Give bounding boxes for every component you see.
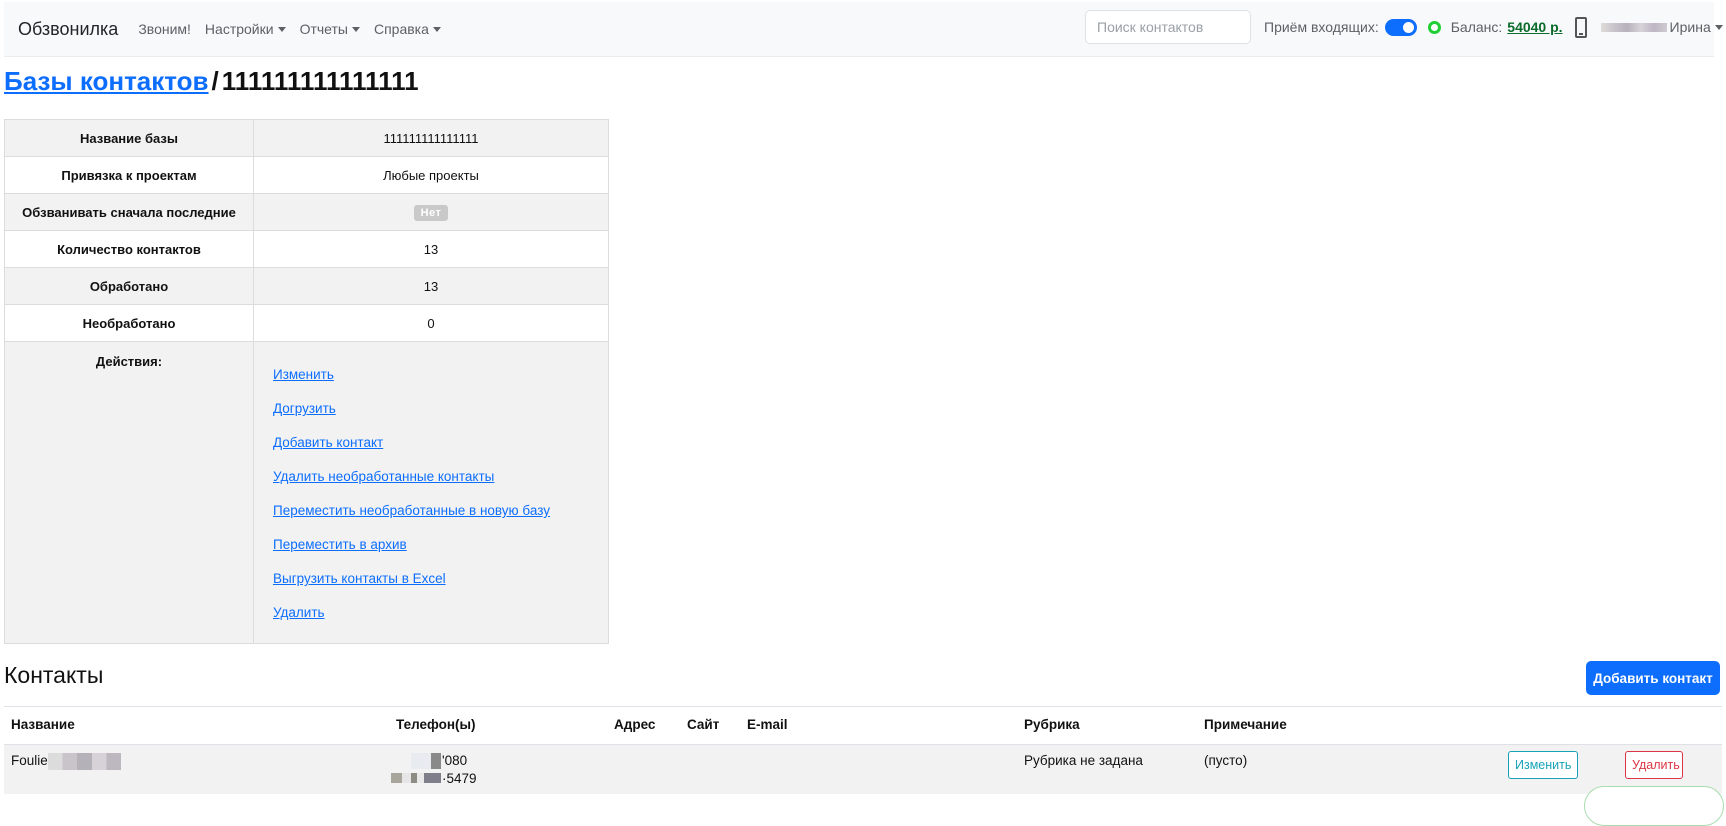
- nav-dropdown-reports[interactable]: Отчеты: [300, 21, 360, 37]
- column-header-name: Название: [11, 717, 75, 732]
- info-row: Обзванивать сначала последние Нет: [4, 193, 609, 231]
- info-row: Необработано 0: [4, 304, 609, 342]
- action-archive-link[interactable]: Переместить в архив: [273, 528, 602, 562]
- blurred-phone: [391, 773, 441, 783]
- status-badge: Нет: [413, 204, 449, 221]
- blurred-phone: [411, 753, 431, 769]
- column-header-note: Примечание: [1204, 717, 1287, 732]
- info-key: Привязка к проектам: [4, 156, 254, 194]
- table-row: [4, 744, 1722, 794]
- toggle-knob: [1402, 21, 1414, 33]
- action-delete-link[interactable]: Удалить: [273, 596, 602, 630]
- actions-cell: Изменить Догрузить Добавить контакт Удал…: [253, 341, 609, 644]
- chat-widget[interactable]: [1584, 786, 1724, 826]
- column-header-address: Адрес: [614, 717, 656, 732]
- contact-phone-1: '080: [442, 753, 468, 768]
- incoming-calls-label: Приём входящих:: [1264, 19, 1379, 35]
- phone-icon[interactable]: [1574, 16, 1587, 38]
- action-move-unprocessed-link[interactable]: Переместить необработанные в новую базу: [273, 494, 602, 528]
- info-key: Необработано: [4, 304, 254, 342]
- contact-name: Foulie: [11, 753, 48, 768]
- contact-note: (пусто): [1204, 753, 1248, 768]
- add-contact-button[interactable]: Добавить контакт: [1586, 661, 1720, 695]
- contacts-heading: Контакты: [4, 662, 104, 688]
- nav-help-label: Справка: [373, 21, 429, 37]
- caret-down-icon: [1714, 25, 1723, 30]
- action-export-excel-link[interactable]: Выгрузить контакты в Excel: [273, 562, 602, 596]
- action-append-link[interactable]: Догрузить: [273, 392, 602, 426]
- balance-link[interactable]: 54040 р.: [1507, 19, 1562, 35]
- info-key: Обзванивать сначала последние: [4, 193, 254, 231]
- info-value: Нет: [253, 193, 609, 231]
- contact-phone-2: ·5479: [442, 771, 477, 786]
- caret-down-icon: [351, 27, 360, 32]
- edit-contact-button[interactable]: Изменить: [1508, 751, 1578, 779]
- contact-rubric: Рубрика не задана: [1024, 753, 1143, 768]
- info-row-actions: Действия: Изменить Догрузить Добавить ко…: [4, 341, 609, 644]
- info-value: 111111111111111: [253, 119, 609, 157]
- info-value: 0: [253, 304, 609, 342]
- action-delete-unprocessed-link[interactable]: Удалить необработанные контакты: [273, 460, 602, 494]
- divider: [4, 706, 1722, 707]
- info-key: Количество контактов: [4, 230, 254, 268]
- info-key: Обработано: [4, 267, 254, 305]
- caret-down-icon: [432, 27, 441, 32]
- caret-down-icon: [277, 27, 286, 32]
- navbar-right-group: Приём входящих: Баланс: 54040 р. Ирина: [1085, 10, 1723, 44]
- blurred-contact-name: [48, 753, 121, 770]
- page-title: Базы контактов/111111111111111: [4, 66, 419, 97]
- info-key: Название базы: [4, 119, 254, 157]
- info-value: Любые проекты: [253, 156, 609, 194]
- breadcrumb-contact-bases-link[interactable]: Базы контактов: [4, 66, 209, 96]
- nav-settings-label: Настройки: [204, 21, 274, 37]
- delete-contact-button[interactable]: Удалить: [1625, 751, 1683, 779]
- column-header-rubric: Рубрика: [1024, 717, 1080, 732]
- info-row: Количество контактов 13: [4, 230, 609, 268]
- online-status-icon: [1427, 20, 1441, 34]
- column-header-email: E-mail: [747, 717, 788, 732]
- user-name-label: Ирина: [1669, 19, 1711, 35]
- user-menu[interactable]: Ирина: [1670, 19, 1723, 35]
- info-row: Привязка к проектам Любые проекты: [4, 156, 609, 194]
- column-header-phones: Телефон(ы): [396, 717, 476, 732]
- info-row: Обработано 13: [4, 267, 609, 305]
- top-navbar: Обзвонилка Звоним! Настройки Отчеты Спра…: [4, 2, 1723, 57]
- actions-label: Действия:: [4, 341, 254, 644]
- balance-label: Баланс:: [1450, 19, 1503, 35]
- info-row: Название базы 111111111111111: [4, 119, 609, 157]
- action-edit-link[interactable]: Изменить: [273, 358, 602, 392]
- blurred-phone: [431, 753, 441, 769]
- actions-list: Изменить Догрузить Добавить контакт Удал…: [260, 342, 602, 630]
- brand-logo[interactable]: Обзвонилка: [18, 19, 118, 40]
- nav-dropdown-help[interactable]: Справка: [374, 21, 441, 37]
- nav-link-call[interactable]: Звоним!: [138, 21, 191, 37]
- breadcrumb-separator: /: [211, 66, 219, 96]
- info-value: 13: [253, 230, 609, 268]
- blurred-user-info: [1600, 22, 1667, 32]
- base-info-table: Название базы 111111111111111 Привязка к…: [4, 119, 609, 644]
- nav-dropdown-settings[interactable]: Настройки: [205, 21, 286, 37]
- nav-reports-label: Отчеты: [299, 21, 348, 37]
- contact-search-input[interactable]: [1085, 10, 1251, 44]
- incoming-calls-toggle[interactable]: [1384, 18, 1417, 36]
- column-header-site: Сайт: [687, 717, 720, 732]
- breadcrumb-current: 111111111111111: [221, 66, 419, 96]
- info-value: 13: [253, 267, 609, 305]
- action-add-contact-link[interactable]: Добавить контакт: [273, 426, 602, 460]
